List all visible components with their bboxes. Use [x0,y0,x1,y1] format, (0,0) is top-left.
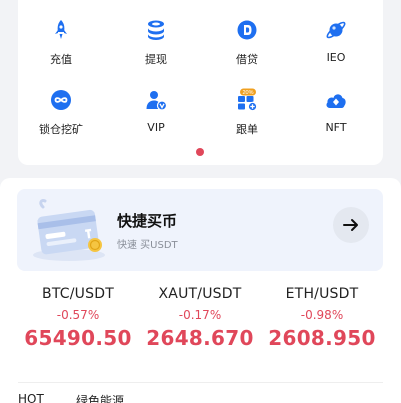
copy-trade-icon: 20% [238,88,258,112]
vip-user-icon [146,91,168,111]
arrow-right-icon [343,219,358,231]
menu-item-label: IEO [326,51,346,64]
ticker-price: 2608.950 [268,326,376,350]
menu-item-label: 提现 [145,53,167,66]
menu-item-ieo[interactable]: IEO [296,18,376,64]
menu-item-staking[interactable]: 锁仓挖矿 [21,88,101,137]
ticker-change: -0.98% [300,308,344,322]
copy-trade-badge: 20% [242,90,253,96]
menu-item-withdraw[interactable]: 提现 [116,18,196,67]
menu-item-label: VIP [147,121,165,134]
card-illustration-icon [33,199,105,261]
ticker-pair: BTC/USDT [42,286,114,302]
menu-item-loan[interactable]: 借贷 [207,18,287,67]
quick-menu-card: 充值 提现 借贷 IEO 锁仓挖矿 VIP 20% 跟单 NFT [18,0,383,165]
quick-buy-banner[interactable]: 快捷买币 快速 买USDT [17,189,383,271]
ticker-pair: XAUT/USDT [158,286,242,302]
tab-hot[interactable]: HOT [18,392,44,403]
menu-item-label: NFT [325,121,347,134]
ticker-change: -0.57% [56,308,100,322]
tab-green-energy[interactable]: 绿色能源 [76,392,124,403]
ticker-btc[interactable]: BTC/USDT -0.57% 65490.50 [11,286,145,350]
divider [18,382,383,383]
coin-stack-icon [148,20,164,40]
ticker-eth[interactable]: ETH/USDT -0.98% 2608.950 [255,286,389,350]
nft-cloud-icon [326,94,346,108]
quick-buy-subtitle: 快速 买USDT [117,240,178,251]
menu-item-label: 锁仓挖矿 [39,123,83,136]
planet-icon [326,21,346,39]
page-indicator-dot[interactable] [196,148,204,156]
ticker-price: 2648.670 [146,326,254,350]
menu-item-vip[interactable]: VIP [116,88,196,134]
rocket-icon [55,20,67,39]
menu-item-label: 借贷 [236,53,258,66]
menu-item-copy-trade[interactable]: 20% 跟单 [207,88,287,137]
ticker-xaut[interactable]: XAUT/USDT -0.17% 2648.670 [133,286,267,350]
ticker-price: 65490.50 [24,326,132,350]
menu-item-label: 跟单 [236,123,258,136]
infinity-badge-icon [51,90,71,110]
quick-buy-title: 快捷买币 [117,212,178,230]
ticker-pair: ETH/USDT [285,286,359,302]
menu-item-nft[interactable]: NFT [296,88,376,134]
ticker-change: -0.17% [178,308,222,322]
menu-item-label: 充值 [50,53,72,66]
dollar-coin-icon [237,20,257,40]
quick-buy-arrow-button[interactable] [333,207,369,243]
menu-item-deposit[interactable]: 充值 [21,18,101,67]
